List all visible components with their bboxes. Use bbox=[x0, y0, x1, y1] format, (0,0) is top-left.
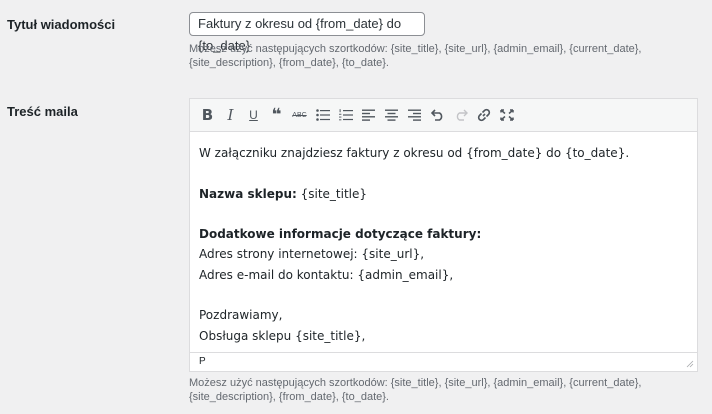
italic-button[interactable]: I bbox=[219, 102, 242, 128]
bullet-list-icon bbox=[315, 109, 330, 121]
subject-input[interactable]: Faktury z okresu od {from_date} do {to_d… bbox=[189, 12, 425, 53]
resize-handle-icon[interactable] bbox=[686, 360, 694, 368]
numbered-list-icon bbox=[338, 109, 353, 121]
strikethrough-icon: ABC bbox=[292, 111, 307, 119]
undo-icon bbox=[430, 109, 442, 121]
align-right-icon bbox=[408, 109, 421, 121]
align-left-icon bbox=[362, 109, 375, 121]
content-line-signature: Obsługa sklepu {site_title}, bbox=[199, 328, 366, 343]
body-help: Możesz użyć następujących szortkodów: {s… bbox=[189, 376, 689, 404]
italic-icon: I bbox=[227, 106, 234, 124]
redo-icon bbox=[456, 109, 468, 121]
content-line-email: Adres e-mail do kontaktu: {admin_email}, bbox=[199, 267, 454, 282]
link-icon bbox=[477, 108, 490, 122]
editor-toolbar: B I U ❝ ABC bbox=[190, 99, 697, 132]
align-right-button[interactable] bbox=[403, 102, 426, 128]
settings-page: Tytuł wiadomości Faktury z okresu od {fr… bbox=[0, 0, 712, 414]
content-line-intro: W załączniku znajdziesz faktury z okresu… bbox=[199, 146, 630, 160]
blockquote-icon: ❝ bbox=[271, 105, 282, 125]
bold-icon: B bbox=[201, 106, 214, 124]
body-label: Treść maila bbox=[7, 104, 78, 119]
blockquote-button[interactable]: ❝ bbox=[265, 102, 288, 128]
undo-button[interactable] bbox=[426, 102, 449, 128]
content-info-heading: Dodatkowe informacje dotyczące faktury: bbox=[199, 227, 482, 242]
align-left-button[interactable] bbox=[357, 102, 380, 128]
shop-label: Nazwa sklepu: bbox=[199, 186, 297, 201]
email-body-editor: B I U ❝ ABC W załączniku znajdziesz fakt… bbox=[189, 98, 698, 372]
subject-help: Możesz użyć następujących szortkodów: {s… bbox=[189, 42, 689, 70]
subject-label: Tytuł wiadomości bbox=[7, 17, 116, 32]
content-line-shop: Nazwa sklepu: {site_title} bbox=[199, 184, 688, 204]
underline-button[interactable]: U bbox=[242, 102, 265, 128]
subject-help-line2: {site_description}, {from_date}, {to_dat… bbox=[189, 57, 389, 69]
align-center-button[interactable] bbox=[380, 102, 403, 128]
insert-link-button[interactable] bbox=[472, 102, 495, 128]
body-help-line1: Możesz użyć następujących szortkodów: {s… bbox=[189, 377, 642, 389]
shop-value: {site_title} bbox=[296, 186, 368, 201]
bullet-list-button[interactable] bbox=[311, 102, 334, 128]
content-line-website: Adres strony internetowej: {site_url}, bbox=[199, 247, 425, 262]
fullscreen-button[interactable] bbox=[495, 102, 518, 128]
editor-content[interactable]: W załączniku znajdziesz faktury z okresu… bbox=[190, 132, 697, 346]
fullscreen-icon bbox=[499, 109, 514, 121]
redo-button[interactable] bbox=[449, 102, 472, 128]
editor-statusbar: P bbox=[190, 352, 697, 371]
numbered-list-button[interactable] bbox=[334, 102, 357, 128]
content-line-greeting: Pozdrawiamy, bbox=[199, 308, 283, 323]
subject-help-line1: Możesz użyć następujących szortkodów: {s… bbox=[189, 43, 642, 55]
element-path[interactable]: P bbox=[199, 356, 206, 367]
bold-button[interactable]: B bbox=[196, 102, 219, 128]
body-help-line2: {site_description}, {from_date}, {to_dat… bbox=[189, 391, 389, 403]
underline-icon: U bbox=[249, 108, 258, 122]
strikethrough-button[interactable]: ABC bbox=[288, 102, 311, 128]
align-center-icon bbox=[385, 109, 398, 121]
